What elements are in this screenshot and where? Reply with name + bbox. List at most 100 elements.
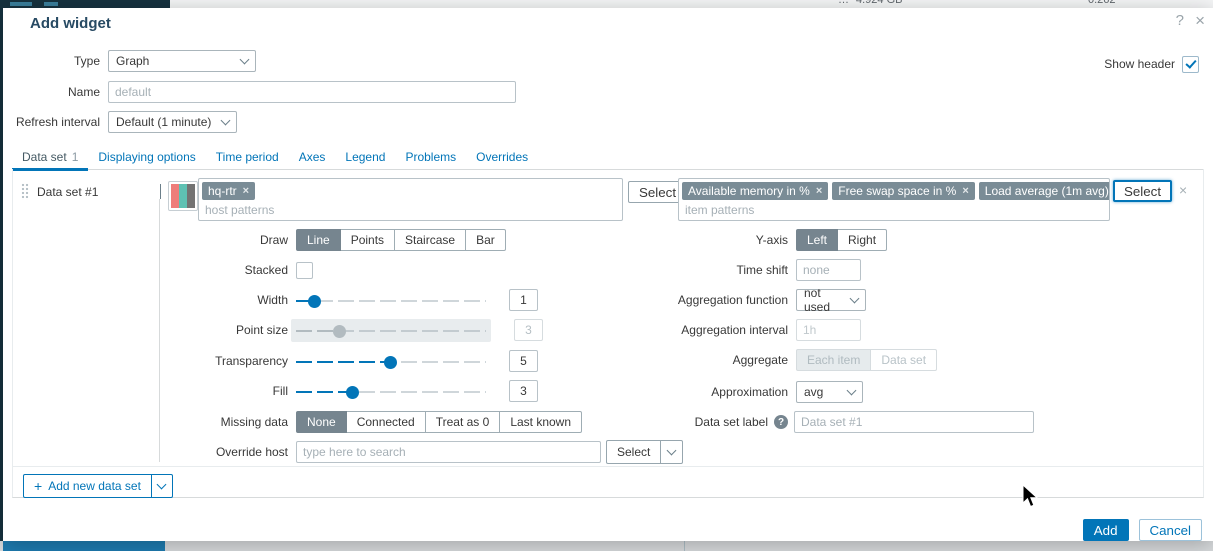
slider-track[interactable] (296, 300, 486, 302)
time-shift-label: Time shift (588, 263, 788, 277)
tab-badge: 1 (72, 150, 79, 164)
yaxis-option-left[interactable]: Left (796, 229, 838, 251)
yaxis-toggle: Left Right (796, 229, 887, 251)
override-host-select-dropdown[interactable] (660, 441, 682, 463)
transparency-slider[interactable] (296, 355, 486, 368)
draw-option-line[interactable]: Line (296, 229, 341, 251)
help-circle-icon[interactable]: ? (774, 415, 788, 429)
missing-data-toggle: None Connected Treat as 0 Last known (296, 411, 582, 433)
refresh-interval-select[interactable]: Default (1 minute) (108, 111, 237, 133)
point-size-slider (296, 324, 486, 337)
override-host-placeholder: type here to search (303, 445, 406, 459)
drag-handle-icon[interactable] (21, 183, 29, 200)
tab-label: Legend (345, 150, 385, 164)
add-widget-dialog: Add widget ? × Type Graph Show header Na… (3, 8, 1213, 541)
missing-data-option-none[interactable]: None (296, 411, 347, 433)
check-icon (1185, 57, 1196, 68)
background-blue-button (3, 541, 165, 551)
missing-data-option-treat-as-0[interactable]: Treat as 0 (425, 411, 501, 433)
type-select-value: Graph (116, 54, 149, 68)
host-patterns-placeholder: host patterns (199, 203, 622, 220)
tab-problems[interactable]: Problems (395, 145, 466, 169)
transparency-value[interactable]: 5 (509, 350, 538, 372)
tab-label: Time period (216, 150, 279, 164)
add-button[interactable]: Add (1083, 519, 1129, 541)
background-bottombar (0, 541, 1213, 551)
slider-thumb (333, 325, 346, 338)
slider-thumb[interactable] (384, 356, 397, 369)
tab-displaying-options[interactable]: Displaying options (88, 145, 205, 169)
fill-slider[interactable] (296, 385, 486, 398)
tab-axes[interactable]: Axes (289, 145, 336, 169)
aggregate-option-each-item: Each item (796, 349, 871, 371)
tag-remove-icon[interactable]: × (816, 185, 822, 197)
tab-label: Displaying options (98, 150, 195, 164)
tab-label: Overrides (476, 150, 528, 164)
close-icon[interactable]: × (1195, 11, 1205, 31)
draw-option-bar[interactable]: Bar (465, 229, 506, 251)
missing-data-option-connected[interactable]: Connected (346, 411, 426, 433)
background-nav-fragment (10, 2, 32, 6)
width-slider[interactable] (296, 294, 486, 307)
item-tag: Available memory in % × (682, 182, 828, 200)
collapse-icon[interactable] (152, 184, 166, 196)
override-host-input[interactable]: type here to search (296, 441, 601, 463)
item-tag-label: Free swap space in % (838, 184, 956, 198)
tag-remove-icon[interactable]: × (962, 185, 968, 197)
tab-label: Axes (299, 150, 326, 164)
tab-time-period[interactable]: Time period (206, 145, 289, 169)
slider-fill (296, 391, 353, 393)
item-tag: Free swap space in % × (832, 182, 975, 200)
background-sidebar-top (0, 0, 170, 8)
background-metric-value: 0.262 (1088, 0, 1116, 6)
chevron-down-icon (847, 386, 857, 396)
remove-data-set-icon[interactable]: × (1179, 182, 1187, 198)
mouse-cursor (1022, 484, 1040, 510)
cancel-button[interactable]: Cancel (1139, 519, 1203, 541)
tag-remove-icon[interactable]: × (243, 185, 249, 197)
dialog-tabs: Data set 1 Displaying options Time perio… (12, 145, 1204, 170)
width-value[interactable]: 1 (509, 289, 538, 311)
aggregation-function-label: Aggregation function (588, 293, 788, 307)
override-host-select-button[interactable]: Select (607, 441, 660, 463)
draw-option-points[interactable]: Points (340, 229, 395, 251)
stacked-label: Stacked (13, 263, 288, 277)
host-patterns-multiselect[interactable]: hq-rtr × host patterns (198, 178, 623, 221)
slider-thumb[interactable] (308, 295, 321, 308)
help-icon[interactable]: ? (1176, 12, 1184, 29)
tab-overrides[interactable]: Overrides (466, 145, 538, 169)
aggregation-function-select[interactable]: not used (796, 289, 866, 311)
chevron-down-icon (157, 480, 167, 490)
swatch-color-3 (187, 184, 195, 208)
add-new-data-set-dropdown[interactable] (151, 475, 172, 497)
tab-legend[interactable]: Legend (335, 145, 395, 169)
item-select-button[interactable]: Select (1113, 180, 1172, 202)
slider-thumb[interactable] (346, 386, 359, 399)
add-new-data-set-label: Add new data set (48, 479, 141, 493)
fill-value[interactable]: 3 (509, 380, 538, 402)
chevron-down-icon (850, 294, 860, 304)
host-tag: hq-rtr × (202, 182, 255, 200)
name-input[interactable]: default (108, 81, 516, 103)
tab-data-set[interactable]: Data set 1 (12, 145, 88, 171)
approximation-select[interactable]: avg (796, 381, 863, 403)
draw-option-staircase[interactable]: Staircase (394, 229, 466, 251)
swatch-color-1 (171, 184, 179, 208)
time-shift-input[interactable]: none (796, 259, 861, 281)
aggregate-option-data-set: Data set (870, 349, 937, 371)
color-swatch[interactable] (168, 181, 198, 211)
tab-label: Problems (405, 150, 456, 164)
show-header-checkbox[interactable] (1182, 56, 1199, 73)
aggregation-interval-value: 1h (803, 323, 816, 337)
fill-label: Fill (13, 384, 288, 398)
item-tag-label: Available memory in % (688, 184, 810, 198)
type-select[interactable]: Graph (108, 50, 256, 72)
name-label: Name (3, 85, 100, 99)
yaxis-option-right[interactable]: Right (837, 229, 887, 251)
missing-data-option-last-known[interactable]: Last known (499, 411, 582, 433)
data-set-label-input[interactable]: Data set #1 (794, 411, 1034, 433)
add-new-data-set-button[interactable]: + Add new data set (24, 475, 151, 497)
item-patterns-multiselect[interactable]: Available memory in % × Free swap space … (678, 178, 1110, 221)
aggregate-label: Aggregate (588, 353, 788, 367)
stacked-checkbox[interactable] (296, 262, 313, 279)
